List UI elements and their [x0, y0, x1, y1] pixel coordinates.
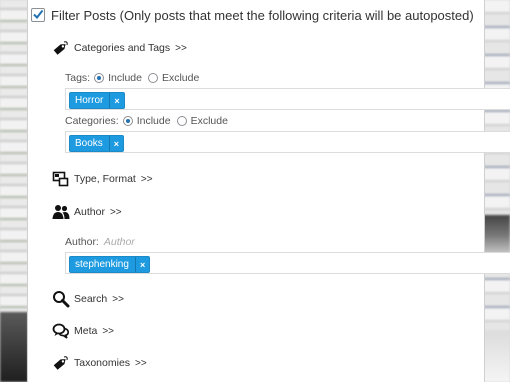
background-right [483, 0, 510, 382]
tags-filter-row: Tags: Include Exclude [65, 72, 201, 84]
section-type-format[interactable]: Type, Format >> [52, 170, 153, 188]
token-label: Horror [75, 95, 104, 106]
section-label: Author [74, 206, 105, 218]
chevron-expand-icon: >> [112, 293, 124, 305]
filter-posts-panel: Filter Posts (Only posts that meet the f… [27, 0, 510, 382]
categories-exclude-label: Exclude [190, 115, 228, 127]
filter-posts-checkbox[interactable] [31, 8, 45, 22]
author-filter-row: Author: Author [65, 236, 135, 248]
section-label: Meta [74, 325, 98, 337]
chevron-expand-icon: >> [102, 325, 115, 337]
token-chip: stephenking × [69, 256, 151, 273]
filter-posts-header[interactable]: Filter Posts (Only posts that meet the f… [31, 6, 474, 24]
categories-token-input[interactable]: Books × [65, 131, 510, 153]
users-icon [52, 203, 70, 221]
chevron-expand-icon: >> [109, 206, 122, 218]
remove-token-icon[interactable]: × [134, 257, 149, 272]
author-token-input[interactable]: stephenking × [65, 252, 510, 274]
categories-label: Categories: [65, 115, 119, 127]
comments-icon [52, 322, 70, 340]
search-icon [52, 290, 70, 308]
checkmark-icon [33, 9, 44, 20]
categories-exclude-radio[interactable] [176, 116, 187, 126]
background-left [0, 0, 28, 382]
token-chip: Books × [69, 135, 125, 152]
remove-token-icon[interactable]: × [108, 136, 123, 151]
chevron-expand-icon: >> [175, 42, 187, 54]
categories-include-label: Include [136, 115, 171, 127]
type-format-icon [52, 170, 70, 188]
filter-posts-label: Filter Posts (Only posts that meet the f… [51, 7, 474, 23]
tags-include-label: Include [108, 72, 142, 84]
section-label: Taxonomies [74, 357, 131, 369]
tags-include-radio[interactable] [94, 73, 105, 83]
author-label: Author: [65, 236, 99, 248]
section-taxonomies[interactable]: Taxonomies >> [52, 354, 147, 372]
categories-filter-row: Categories: Include Exclude [65, 115, 230, 127]
tags-exclude-label: Exclude [161, 72, 200, 84]
section-author[interactable]: Author >> [52, 203, 122, 221]
token-label: Books [75, 138, 103, 149]
background-laptop [0, 312, 28, 382]
section-search[interactable]: Search >> [52, 290, 124, 308]
categories-include-radio[interactable] [122, 116, 133, 126]
chevron-expand-icon: >> [135, 357, 147, 369]
author-placeholder: Author [103, 236, 135, 248]
chevron-expand-icon: >> [140, 173, 153, 185]
tags-label: Tags: [65, 72, 91, 84]
token-label: stephenking [75, 259, 129, 270]
section-categories-tags[interactable]: Categories and Tags >> [52, 39, 187, 57]
tags-token-input[interactable]: Horror × [65, 88, 510, 110]
token-chip: Horror × [69, 92, 125, 109]
section-label: Categories and Tags [74, 42, 171, 54]
remove-token-icon[interactable]: × [109, 93, 123, 108]
section-label: Search [74, 293, 108, 305]
section-label: Type, Format [74, 173, 136, 185]
tag-icon [52, 39, 70, 57]
section-meta[interactable]: Meta >> [52, 322, 114, 340]
tags-exclude-radio[interactable] [147, 73, 158, 83]
tag-icon [52, 354, 70, 372]
